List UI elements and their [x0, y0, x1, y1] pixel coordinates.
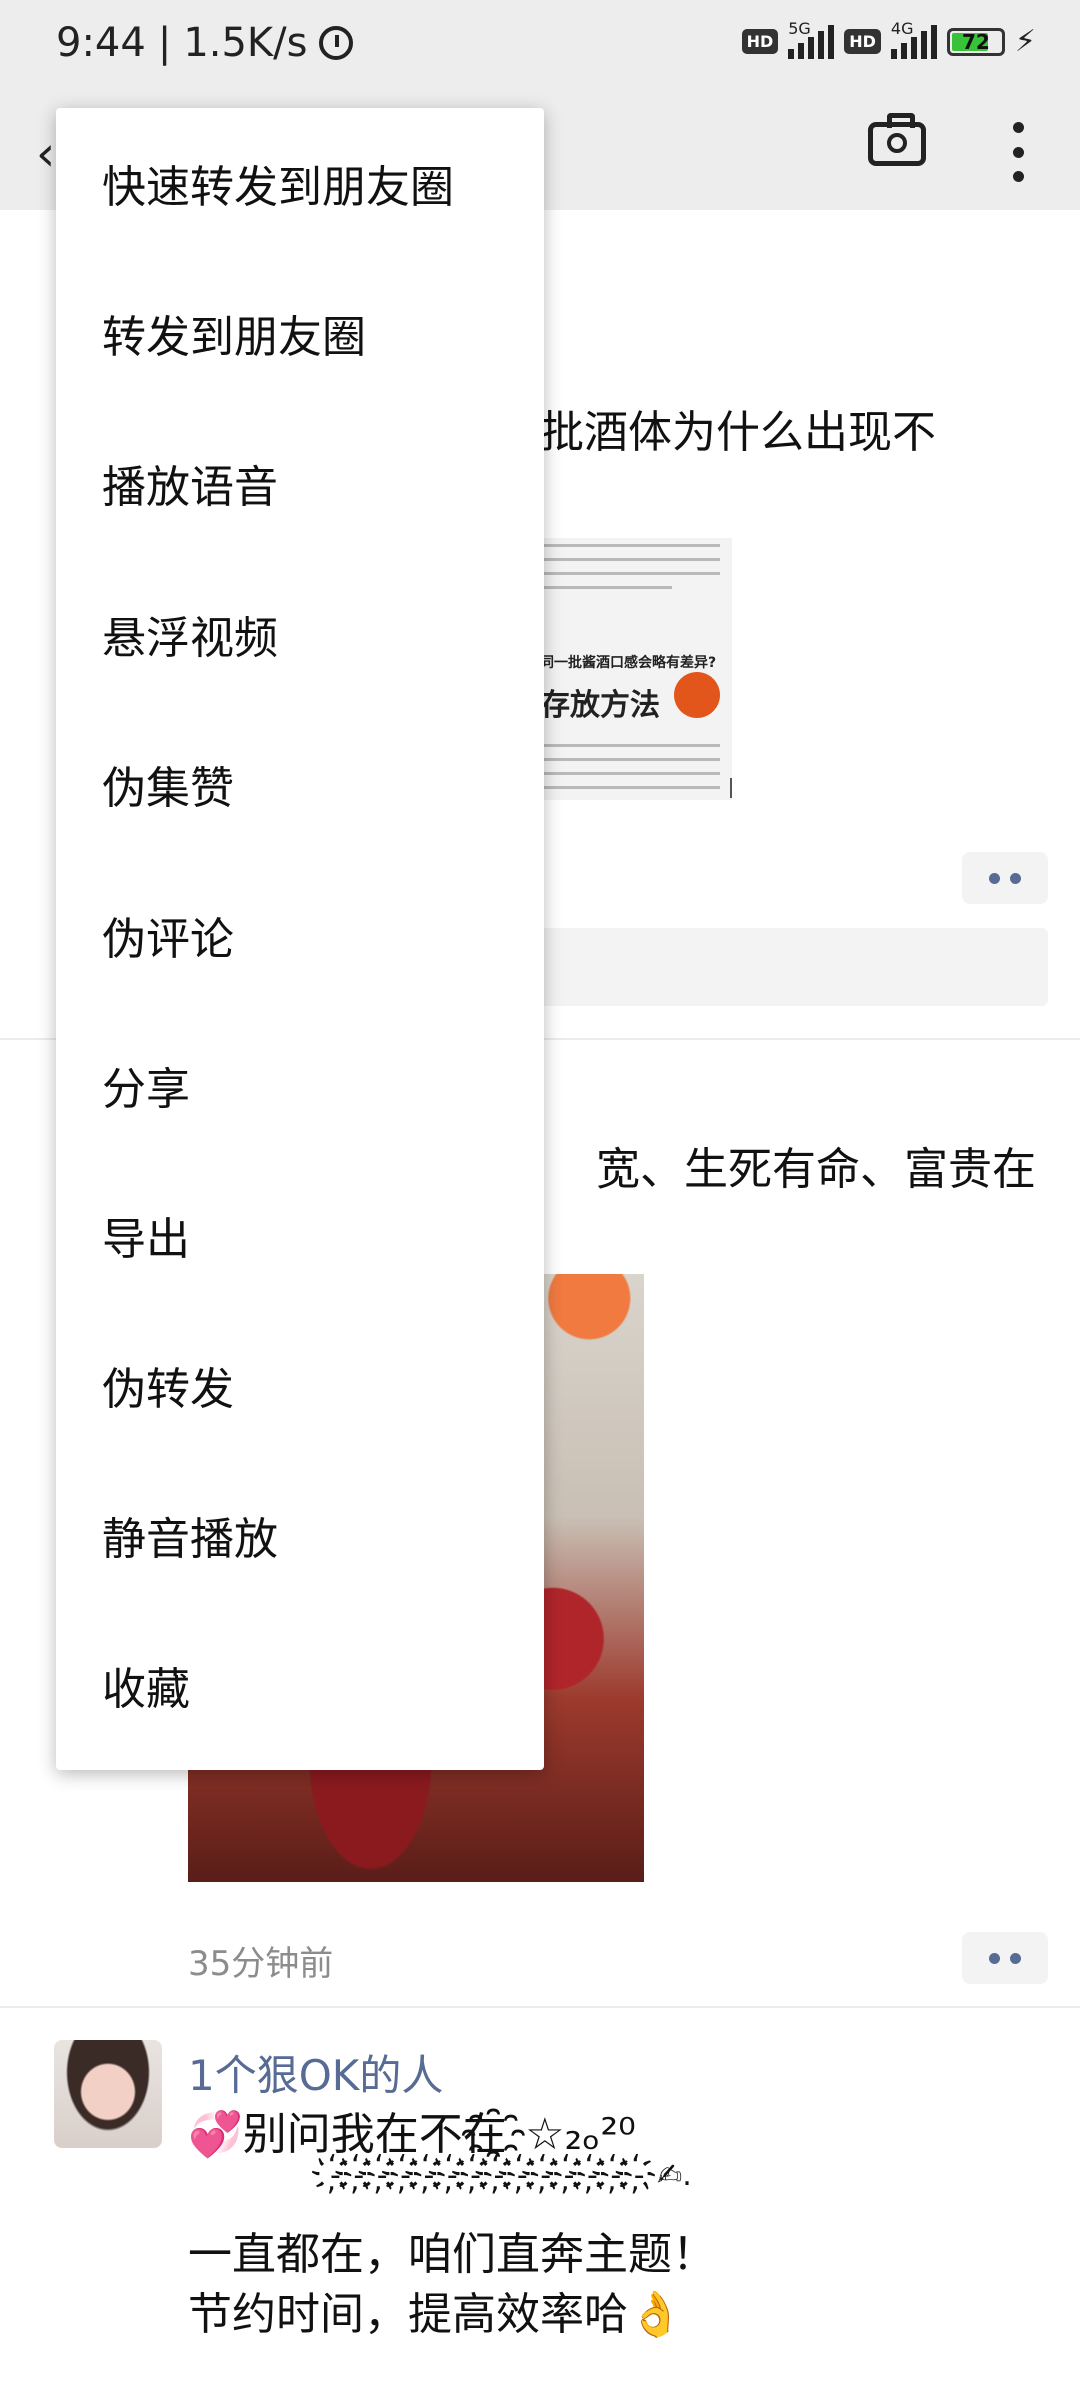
net-label-4g: 4G — [890, 18, 914, 38]
avatar[interactable] — [54, 2040, 162, 2148]
menu-item-floating-video[interactable]: 悬浮视频 — [56, 559, 544, 709]
menu-item-quick-forward-moments[interactable]: 快速转发到朋友圈 — [56, 108, 544, 258]
status-sep: | — [157, 20, 172, 66]
status-right: HD 5G HD 4G 72 ⚡ — [741, 19, 1036, 59]
menu-item-fake-forward[interactable]: 伪转发 — [56, 1310, 544, 1460]
camera-icon[interactable] — [868, 113, 926, 166]
menu-item-export[interactable]: 导出 — [56, 1160, 544, 1310]
battery-icon: 72 — [946, 27, 1005, 56]
menu-item-favorite[interactable]: 收藏 — [56, 1610, 544, 1760]
post1-image-question: 同一批酱酒口感会略有差异? — [540, 655, 717, 671]
post2-text: 宽、生死有命、富贵在 — [596, 1144, 1036, 1195]
back-icon[interactable]: ‹ — [36, 126, 55, 182]
post2-action-button[interactable] — [962, 1932, 1048, 1984]
context-menu: 快速转发到朋友圈 转发到朋友圈 播放语音 悬浮视频 伪集赞 伪评论 分享 导出 … — [56, 108, 544, 1770]
post1-image-dot — [674, 672, 720, 718]
alarm-icon — [319, 26, 354, 60]
menu-item-play-voice[interactable]: 播放语音 — [56, 408, 544, 558]
hd-badge-2: HD — [844, 29, 881, 54]
status-net-speed: 1.5K/s — [183, 20, 308, 66]
post-divider-2 — [0, 2006, 1080, 2008]
menu-item-fake-likes[interactable]: 伪集赞 — [56, 709, 544, 859]
post3-line-4: 节约时间，提高效率哈👌 — [188, 2289, 683, 2340]
menu-item-forward-moments[interactable]: 转发到朋友圈 — [56, 258, 544, 408]
post1-image-heading: 存放方法 — [540, 688, 660, 723]
menu-item-share[interactable]: 分享 — [56, 1010, 544, 1160]
status-bar: 9:44 | 1.5K/s HD 5G HD 4G 72 ⚡ — [0, 0, 1080, 96]
post1-action-button[interactable] — [962, 852, 1048, 904]
menu-item-fake-comments[interactable]: 伪评论 — [56, 860, 544, 1010]
menu-item-mute-play[interactable]: 静音播放 — [56, 1460, 544, 1610]
net-label-5g: 5G — [788, 18, 811, 38]
signal-4g-icon: 4G — [890, 19, 937, 59]
more-options-icon[interactable] — [1012, 122, 1024, 182]
status-left: 9:44 | 1.5K/s — [56, 20, 354, 66]
hd-badge-1: HD — [741, 29, 779, 54]
battery-level: 72 — [962, 29, 990, 54]
status-time: 9:44 — [56, 20, 146, 66]
post3-line-1: 💞别问我在不在҈☆₂ₒ²⁰ — [188, 2109, 636, 2160]
post1-comment-area[interactable] — [536, 928, 1048, 1006]
post2-timestamp: 35分钟前 — [188, 1944, 334, 1984]
post1-image[interactable]: 同一批酱酒口感会略有差异? 存放方法 — [536, 538, 732, 800]
post3-line-2: -҉-҉-҉-҉-҉-҉-҉-҉-҉-҉-҉-҉-҉-҉✍. — [330, 2158, 692, 2193]
post3-line-3: 一直都在，咱们直奔主题！ — [188, 2229, 716, 2280]
post3-username[interactable]: 1个狠OK的人 — [188, 2042, 443, 2103]
charging-icon: ⚡ — [1014, 24, 1036, 59]
post1-text: 一批酒体为什么出现不 — [496, 407, 936, 458]
signal-5g-icon: 5G — [788, 19, 835, 59]
